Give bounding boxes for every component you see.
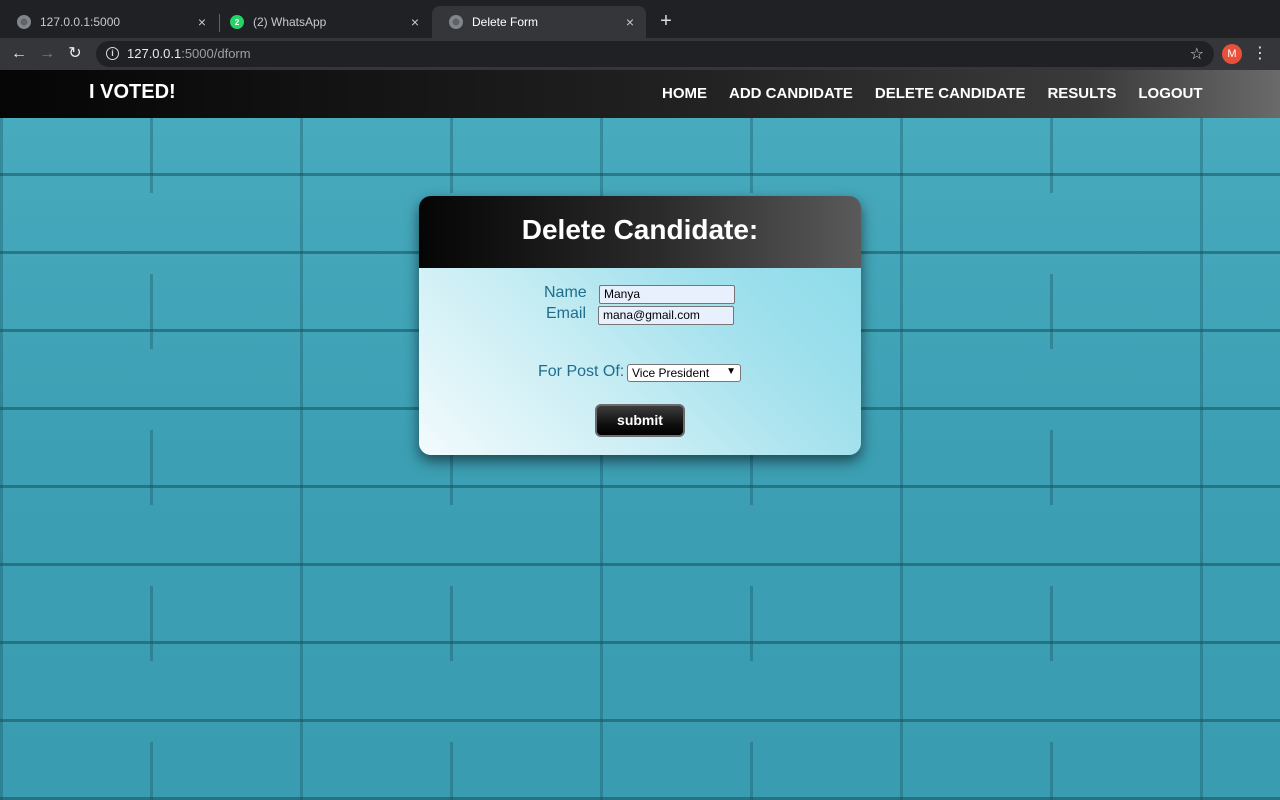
- nav-add-candidate[interactable]: ADD CANDIDATE: [729, 85, 853, 102]
- info-icon[interactable]: i: [106, 47, 119, 60]
- forward-button[interactable]: →: [35, 42, 59, 66]
- site-brand[interactable]: I VOTED!: [89, 81, 176, 104]
- bookmark-star-icon[interactable]: ☆: [1190, 44, 1204, 64]
- globe-icon: [449, 15, 463, 29]
- post-select-value: Vice President: [632, 366, 710, 380]
- name-label: Name: [544, 284, 587, 301]
- address-bar[interactable]: i 127.0.0.1:5000/dform ☆: [96, 41, 1214, 67]
- chevron-down-icon: ▼: [726, 366, 736, 377]
- tab-localhost[interactable]: 127.0.0.1:5000 ×: [0, 6, 218, 38]
- nav-delete-candidate[interactable]: DELETE CANDIDATE: [875, 85, 1026, 102]
- site-navbar: I VOTED! HOME ADD CANDIDATE DELETE CANDI…: [0, 70, 1280, 118]
- tab-title: (2) WhatsApp: [253, 15, 327, 29]
- tab-title: Delete Form: [472, 15, 539, 29]
- browser-tab-bar: 127.0.0.1:5000 × 2 (2) WhatsApp × Delete…: [0, 0, 1280, 38]
- close-icon[interactable]: ×: [192, 14, 212, 30]
- globe-icon: [17, 15, 31, 29]
- delete-form: Name Manya Email mana@gmail.com For Post…: [419, 268, 861, 455]
- profile-avatar[interactable]: M: [1222, 44, 1242, 64]
- tab-delete-form[interactable]: Delete Form ×: [432, 6, 646, 38]
- reload-button[interactable]: ↻: [63, 42, 87, 66]
- form-title: Delete Candidate:: [521, 214, 759, 245]
- name-input[interactable]: Manya: [599, 285, 735, 304]
- tab-title: 127.0.0.1:5000: [40, 15, 121, 29]
- url-text[interactable]: 127.0.0.1:5000/dform: [127, 46, 251, 61]
- card-header: Delete Candidate:: [419, 196, 861, 268]
- page-viewport: I VOTED! HOME ADD CANDIDATE DELETE CANDI…: [0, 70, 1280, 800]
- post-label: For Post Of:: [538, 363, 625, 380]
- browser-menu-icon[interactable]: ⋮: [1252, 42, 1268, 66]
- nav-results[interactable]: RESULTS: [1047, 85, 1116, 102]
- email-input[interactable]: mana@gmail.com: [598, 306, 734, 325]
- nav-links: HOME ADD CANDIDATE DELETE CANDIDATE RESU…: [662, 85, 1225, 102]
- nav-home[interactable]: HOME: [662, 85, 707, 102]
- whatsapp-icon: 2: [230, 15, 244, 29]
- submit-button[interactable]: submit: [595, 404, 685, 437]
- close-icon[interactable]: ×: [405, 14, 425, 30]
- post-select[interactable]: Vice President ▼: [627, 364, 741, 382]
- url-path: :5000/dform: [181, 46, 251, 61]
- close-icon[interactable]: ×: [620, 14, 640, 30]
- new-tab-button[interactable]: +: [654, 10, 678, 34]
- nav-logout[interactable]: LOGOUT: [1138, 85, 1202, 102]
- delete-candidate-card: Delete Candidate: Name Manya Email mana@…: [419, 196, 861, 455]
- email-label: Email: [546, 305, 587, 322]
- url-host: 127.0.0.1: [127, 46, 182, 61]
- back-button[interactable]: ←: [7, 42, 31, 66]
- browser-toolbar: ← → ↻ i 127.0.0.1:5000/dform ☆ M ⋮: [0, 38, 1280, 70]
- tab-whatsapp[interactable]: 2 (2) WhatsApp ×: [213, 6, 431, 38]
